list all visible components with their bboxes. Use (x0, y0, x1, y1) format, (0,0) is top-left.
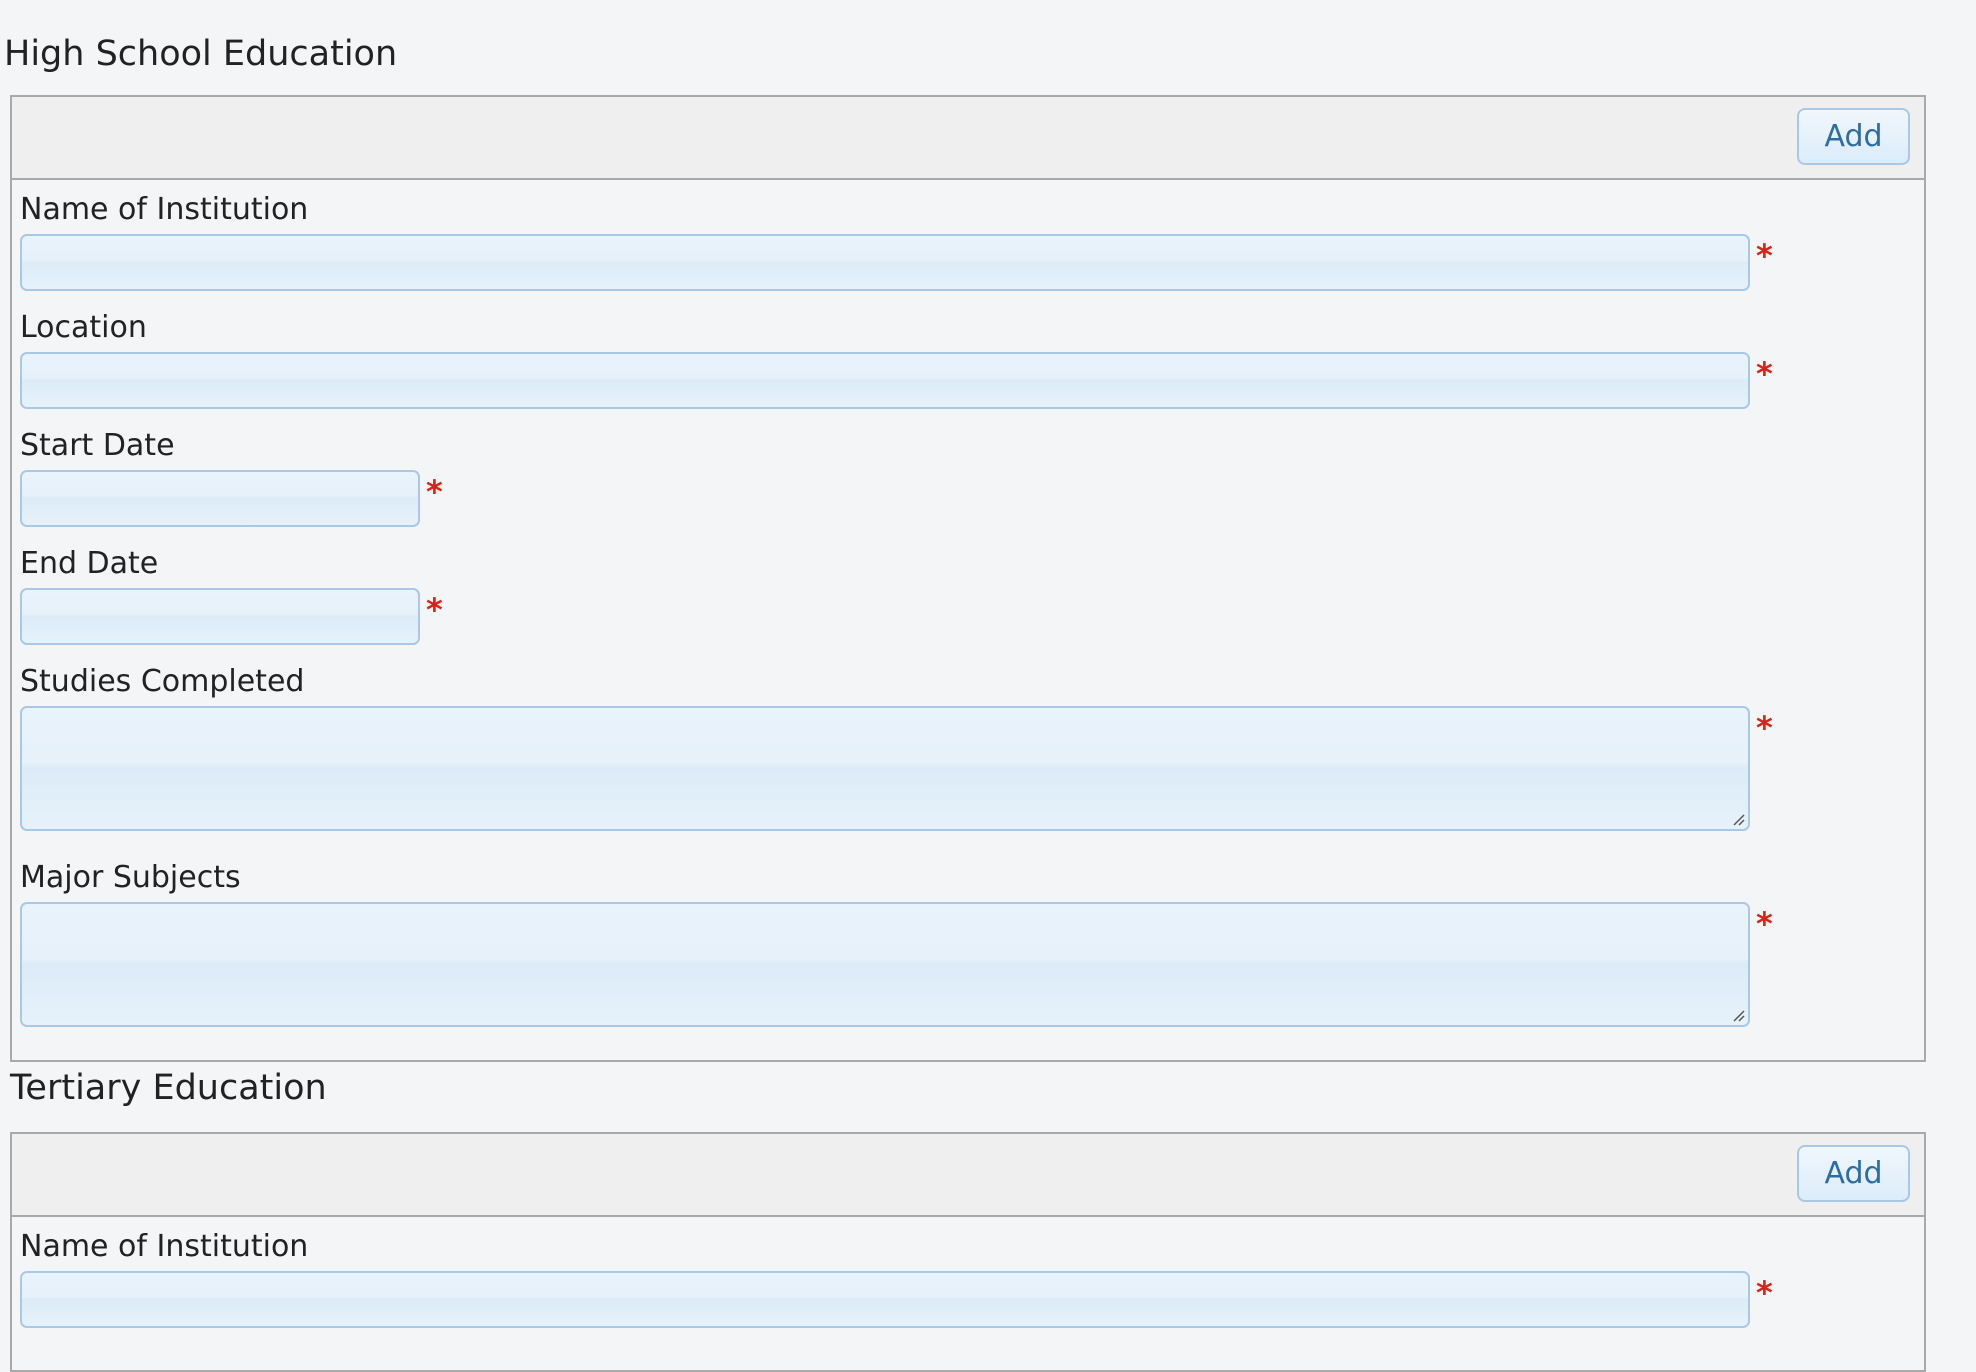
start-date-input[interactable] (20, 470, 420, 527)
panel-toolbar: Add (12, 97, 1924, 180)
required-marker: * (1756, 237, 1773, 275)
add-high-school-button[interactable]: Add (1797, 108, 1910, 165)
name-of-institution-label: Name of Institution (20, 1229, 309, 1264)
name-of-institution-input[interactable] (20, 234, 1750, 291)
required-marker: * (1756, 1274, 1773, 1312)
panel-toolbar: Add (12, 1134, 1924, 1217)
location-label: Location (20, 310, 147, 345)
add-tertiary-button[interactable]: Add (1797, 1145, 1910, 1202)
end-date-label: End Date (20, 546, 159, 581)
name-of-institution-input[interactable] (20, 1271, 1750, 1328)
high-school-panel: Add Name of Institution * Location * Sta… (10, 95, 1926, 1062)
tertiary-panel: Add Name of Institution * (10, 1132, 1926, 1372)
resize-grip-icon[interactable] (1731, 1008, 1745, 1022)
name-of-institution-label: Name of Institution (20, 192, 309, 227)
required-marker: * (426, 591, 443, 629)
end-date-input[interactable] (20, 588, 420, 645)
required-marker: * (1756, 905, 1773, 943)
section-title-tertiary: Tertiary Education (10, 1068, 327, 1108)
required-marker: * (1756, 355, 1773, 393)
location-input[interactable] (20, 352, 1750, 409)
section-title-high-school: High School Education (4, 34, 398, 74)
major-subjects-label: Major Subjects (20, 860, 241, 895)
studies-completed-textarea[interactable] (20, 706, 1750, 831)
start-date-label: Start Date (20, 428, 175, 463)
major-subjects-textarea[interactable] (20, 902, 1750, 1027)
studies-completed-label: Studies Completed (20, 664, 305, 699)
required-marker: * (1756, 709, 1773, 747)
required-marker: * (426, 473, 443, 511)
resize-grip-icon[interactable] (1731, 812, 1745, 826)
